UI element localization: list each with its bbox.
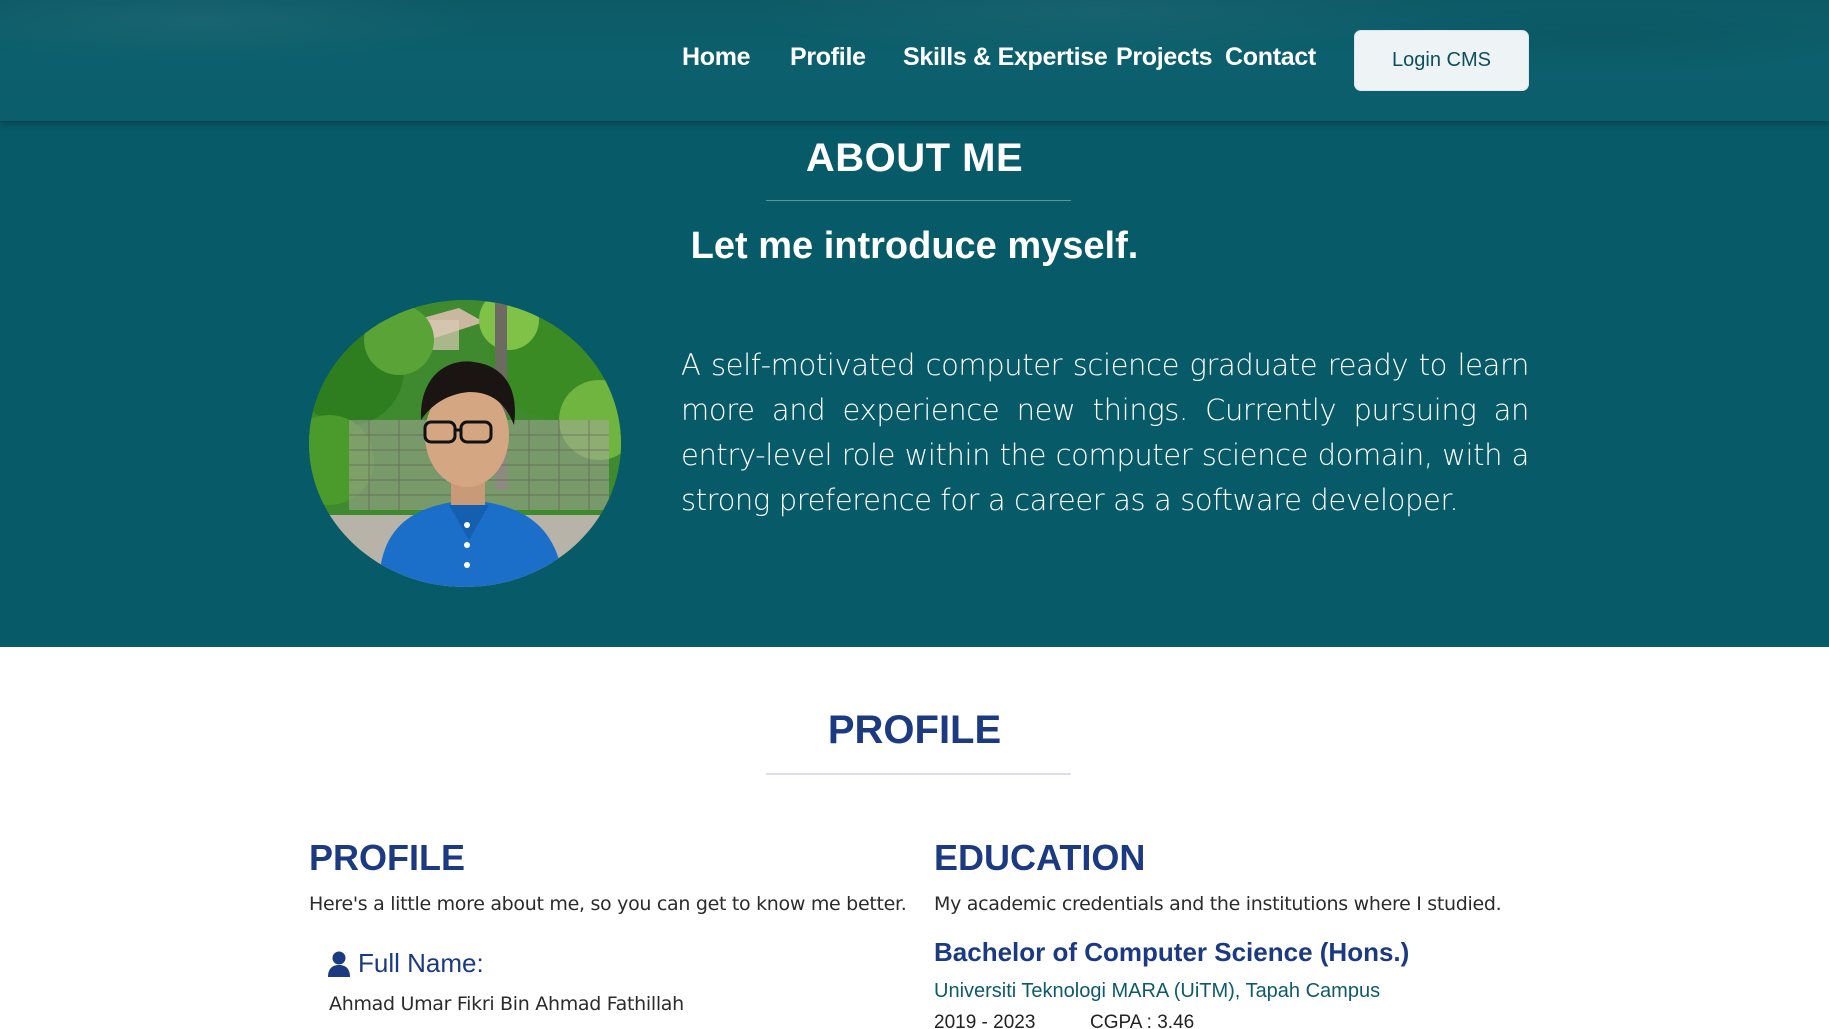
top-navbar: Home Profile Skills & Expertise Projects… [0, 0, 1829, 121]
profile-divider [766, 773, 1071, 775]
about-divider [766, 200, 1071, 201]
education-column-title: EDUCATION [934, 837, 1146, 878]
login-cms-button[interactable]: Login CMS [1354, 30, 1529, 91]
avatar-photo [309, 300, 621, 587]
nav-link-contact[interactable]: Contact [1225, 43, 1316, 72]
about-title: ABOUT ME [805, 136, 1024, 180]
fullname-label-text: Full Name: [358, 948, 484, 978]
about-section: ABOUT ME Let me introduce myself. A self… [0, 121, 1829, 647]
about-description: A self-motivated computer science gradua… [681, 348, 1529, 517]
study-years: 2019 - 2023 [934, 1012, 1036, 1029]
avatar [309, 300, 621, 587]
profile-column-title: PROFILE [309, 837, 466, 878]
user-icon [328, 951, 350, 977]
fullname-value: Ahmad Umar Fikri Bin Ahmad Fathillah [329, 993, 684, 1015]
nav-link-profile[interactable]: Profile [790, 43, 866, 72]
nav-link-projects[interactable]: Projects [1116, 43, 1213, 72]
cgpa-value: CGPA : 3.46 [1090, 1012, 1195, 1029]
university-name: Universiti Teknologi MARA (UiTM), Tapah … [934, 980, 1381, 1002]
profile-column-description: Here's a little more about me, so you ca… [309, 893, 907, 915]
profile-heading: PROFILE [827, 708, 1002, 752]
education-column-description: My academic credentials and the institut… [934, 893, 1502, 915]
nav-link-home[interactable]: Home [682, 43, 751, 72]
fullname-label: Full Name: [328, 948, 484, 979]
degree-title: Bachelor of Computer Science (Hons.) [934, 937, 1410, 967]
nav-link-skills[interactable]: Skills & Expertise [903, 43, 1108, 72]
about-subtitle: Let me introduce myself. [690, 225, 1139, 267]
